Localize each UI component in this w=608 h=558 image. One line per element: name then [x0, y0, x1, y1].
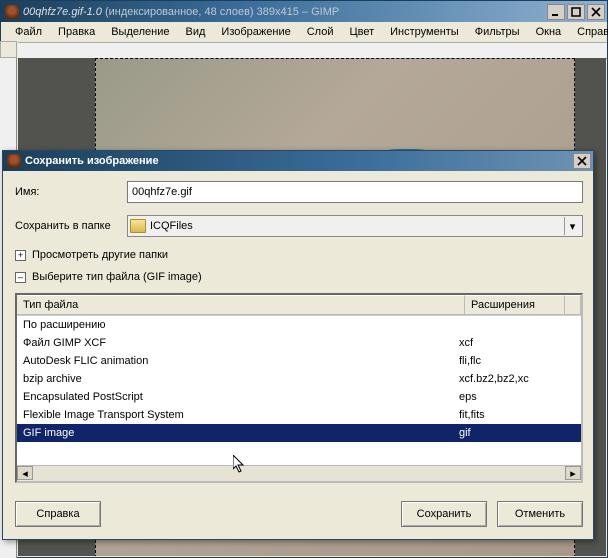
- filetype-row[interactable]: Encapsulated PostScripteps: [17, 388, 581, 406]
- filetype-ext: xcf.bz2,bz2,xc: [459, 373, 575, 385]
- filetype-ext: eps: [459, 391, 575, 403]
- menu-image[interactable]: Изображение: [213, 24, 298, 40]
- scroll-track[interactable]: [33, 466, 565, 481]
- filetype-row[interactable]: По расширению: [17, 316, 581, 334]
- folder-select[interactable]: ICQFiles ▾: [127, 215, 583, 237]
- gimp-app-icon: [5, 5, 19, 19]
- menu-tools[interactable]: Инструменты: [382, 24, 467, 40]
- filetype-rows[interactable]: По расширениюФайл GIMP XCFxcfAutoDesk FL…: [17, 316, 581, 465]
- menu-file[interactable]: Файл: [7, 24, 50, 40]
- filetype-name: AutoDesk FLIC animation: [23, 355, 459, 367]
- dialog-titlebar: Сохранить изображение: [3, 151, 593, 171]
- col-ext-header[interactable]: Расширения: [465, 295, 565, 315]
- scroll-left-arrow-icon[interactable]: ◂: [17, 466, 33, 480]
- menu-help[interactable]: Справка: [569, 24, 608, 40]
- dialog-title: Сохранить изображение: [25, 155, 573, 167]
- folder-label: Сохранить в папке: [15, 220, 127, 232]
- folder-value: ICQFiles: [150, 220, 564, 232]
- save-button[interactable]: Сохранить: [401, 501, 487, 527]
- filetype-row[interactable]: GIF imagegif: [17, 424, 581, 442]
- menu-edit[interactable]: Правка: [50, 24, 103, 40]
- filetype-ext: fit,fits: [459, 409, 575, 421]
- cancel-button[interactable]: Отменить: [497, 501, 583, 527]
- filetype-header: Тип файла Расширения: [17, 295, 581, 316]
- filetype-name: bzip archive: [23, 373, 459, 385]
- main-titlebar: 00qhfz7e.gif-1.0 (индексированное, 48 сл…: [1, 1, 607, 22]
- menu-filters[interactable]: Фильтры: [467, 24, 528, 40]
- ruler-corner: [0, 41, 17, 58]
- menu-layer[interactable]: Слой: [299, 24, 342, 40]
- ruler-horizontal[interactable]: [18, 42, 607, 59]
- close-button[interactable]: [587, 4, 605, 20]
- expand-filetype[interactable]: – Выберите тип файла (GIF image): [15, 271, 583, 283]
- col-scroll-header: [565, 295, 581, 315]
- help-button[interactable]: Справка: [15, 501, 101, 527]
- h-scrollbar[interactable]: ◂ ▸: [17, 465, 581, 481]
- minimize-button[interactable]: [547, 4, 565, 20]
- filetype-ext: [459, 319, 575, 331]
- menu-windows[interactable]: Окна: [528, 24, 570, 40]
- filetype-ext: fli,flc: [459, 355, 575, 367]
- folder-icon: [130, 219, 146, 233]
- filetype-row[interactable]: Flexible Image Transport Systemfit,fits: [17, 406, 581, 424]
- plus-icon: +: [15, 250, 26, 261]
- chevron-down-icon[interactable]: ▾: [564, 217, 580, 235]
- menu-view[interactable]: Вид: [178, 24, 214, 40]
- expand-other-folders[interactable]: + Просмотреть другие папки: [15, 249, 583, 261]
- filename-input[interactable]: [127, 181, 583, 203]
- filetype-list: Тип файла Расширения По расширению Файл G…: [15, 293, 583, 483]
- col-type-header[interactable]: Тип файла: [17, 295, 465, 315]
- filetype-name: Encapsulated PostScript: [23, 391, 459, 403]
- expand-other-label: Просмотреть другие папки: [32, 249, 168, 261]
- menubar: Файл Правка Выделение Вид Изображение Сл…: [1, 22, 607, 42]
- filetype-name: Файл GIMP XCF: [23, 337, 459, 349]
- dialog-close-button[interactable]: [573, 153, 591, 169]
- gimp-app-icon: [7, 154, 21, 168]
- filetype-row[interactable]: AutoDesk FLIC animationfli,flc: [17, 352, 581, 370]
- filetype-name: Flexible Image Transport System: [23, 409, 459, 421]
- filetype-row[interactable]: bzip archivexcf.bz2,bz2,xc: [17, 370, 581, 388]
- name-label: Имя:: [15, 186, 127, 198]
- menu-select[interactable]: Выделение: [103, 24, 177, 40]
- filetype-name: По расширению: [23, 319, 459, 331]
- save-dialog: Сохранить изображение Имя: Сохранить в п…: [2, 150, 594, 540]
- maximize-button[interactable]: [567, 4, 585, 20]
- minus-icon: –: [15, 272, 26, 283]
- filetype-row[interactable]: Файл GIMP XCFxcf: [17, 334, 581, 352]
- menu-color[interactable]: Цвет: [341, 24, 382, 40]
- scroll-right-arrow-icon[interactable]: ▸: [565, 466, 581, 480]
- window-title: 00qhfz7e.gif-1.0 (индексированное, 48 сл…: [23, 6, 547, 18]
- expand-type-label: Выберите тип файла (GIF image): [32, 271, 202, 283]
- filetype-ext: gif: [459, 427, 575, 439]
- filetype-name: GIF image: [23, 427, 459, 439]
- filetype-ext: xcf: [459, 337, 575, 349]
